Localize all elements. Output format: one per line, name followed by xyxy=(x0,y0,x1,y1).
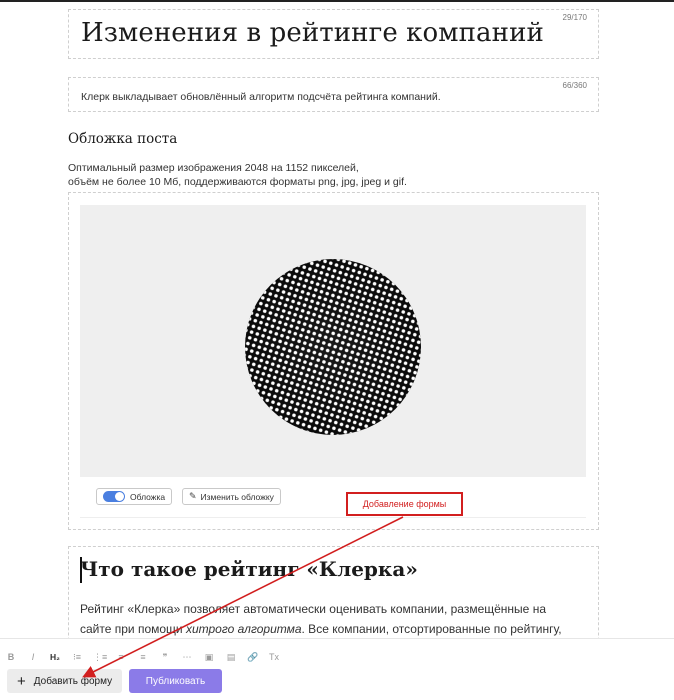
cover-toggle-button[interactable]: Обложка xyxy=(96,488,173,505)
numbered-list-icon[interactable]: ⁝≡ xyxy=(71,652,83,663)
lead-block[interactable]: Клерк выкладывает обновлённый алгоритм п… xyxy=(68,77,599,112)
heading-2-icon[interactable]: H₂ xyxy=(49,652,61,662)
bold-icon[interactable]: B xyxy=(5,652,17,662)
title-char-counter: 29/170 xyxy=(562,13,587,22)
post-title[interactable]: Изменения в рейтинге компаний xyxy=(81,18,544,48)
align-center-icon[interactable]: ≡ xyxy=(137,652,149,662)
clear-format-icon[interactable]: Tx xyxy=(268,652,280,662)
quote-icon[interactable]: ❞ xyxy=(159,652,171,663)
align-left-icon[interactable]: ≡ xyxy=(115,652,127,662)
dotted-sphere-image xyxy=(245,259,421,435)
publish-label: Публиковать xyxy=(145,675,206,687)
title-block[interactable]: Изменения в рейтинге компаний 29/170 xyxy=(68,9,599,59)
image-icon[interactable]: ▣ xyxy=(203,652,215,663)
cover-section-title: Обложка поста xyxy=(68,131,178,147)
pencil-icon: ✎ xyxy=(189,491,197,501)
toggle-switch-icon[interactable] xyxy=(103,491,125,502)
article-heading[interactable]: Что такое рейтинг «Клерка» xyxy=(80,557,418,581)
cover-hint: Оптимальный размер изображения 2048 на 1… xyxy=(68,161,407,189)
add-form-button[interactable]: + Добавить форму xyxy=(7,669,122,693)
add-form-label: Добавить форму xyxy=(33,675,113,687)
cover-hint-line-2: объём не более 10 Мб, поддерживаются фор… xyxy=(68,176,407,188)
annotation-box: Добавление формы xyxy=(346,492,463,516)
cover-separator xyxy=(80,517,586,518)
top-border xyxy=(0,0,674,2)
lead-text[interactable]: Клерк выкладывает обновлённый алгоритм п… xyxy=(81,91,441,103)
text-cursor xyxy=(80,557,82,583)
cover-hint-line-1: Оптимальный размер изображения 2048 на 1… xyxy=(68,162,359,174)
article-paragraph-italic: хитрого алгоритма xyxy=(185,622,302,636)
change-cover-button[interactable]: ✎ Изменить обложку xyxy=(182,488,281,505)
table-icon[interactable]: ▤ xyxy=(225,652,237,663)
plus-icon: + xyxy=(17,672,26,690)
article-paragraph[interactable]: Рейтинг «Клерка» позволяет автоматически… xyxy=(80,599,580,639)
lead-char-counter: 66/360 xyxy=(562,81,587,90)
video-icon[interactable]: ⋯ xyxy=(181,652,193,663)
publish-button[interactable]: Публиковать xyxy=(129,669,222,693)
italic-icon[interactable]: I xyxy=(27,652,39,662)
bulleted-list-icon[interactable]: ⋮≡ xyxy=(93,652,107,663)
link-icon[interactable]: 🔗 xyxy=(247,652,259,663)
change-cover-label: Изменить обложку xyxy=(200,491,274,502)
cover-toggle-label: Обложка xyxy=(130,491,166,502)
annotation-label: Добавление формы xyxy=(362,499,447,509)
cover-image[interactable] xyxy=(80,205,586,477)
article-paragraph-part-2: . Все компании, отсортированные по рейти… xyxy=(301,622,562,636)
